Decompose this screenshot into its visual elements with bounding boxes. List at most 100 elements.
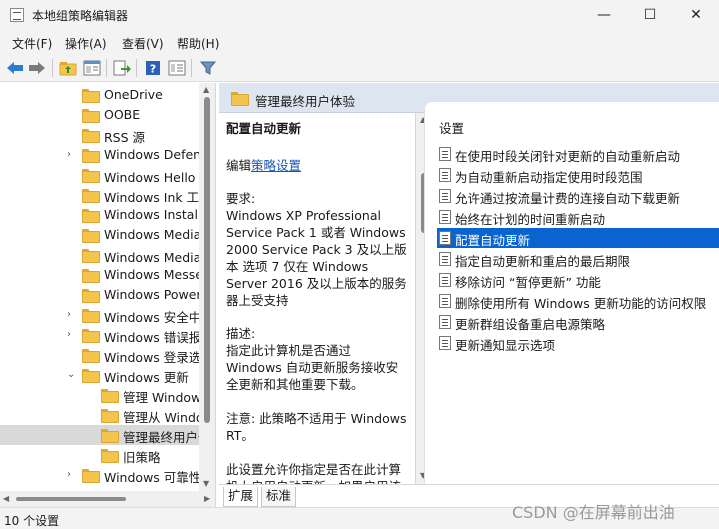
toolbar: ? (0, 54, 719, 82)
tree-item[interactable]: Windows Messenger (0, 265, 199, 285)
policy-setting-icon (439, 168, 451, 182)
more-text: 此设置允许你指定是否在此计算机上启用自动更新。如果启用该服 (226, 462, 402, 484)
export-list-icon[interactable] (112, 58, 132, 78)
menu-action[interactable]: 操作(A) (65, 35, 107, 52)
requirements-label: 要求: (226, 191, 256, 206)
tree-item[interactable]: Windows Hello 企业版 (0, 165, 199, 185)
tree-hscroll-thumb[interactable] (16, 497, 126, 501)
menu-bar: 文件(F) 操作(A) 查看(V) 帮助(H) (0, 30, 719, 54)
tab-standard[interactable]: 标准 (261, 487, 297, 507)
menu-view[interactable]: 查看(V) (122, 35, 164, 52)
tree-item[interactable]: 管理从 Windows 更新 (0, 405, 199, 425)
tree-item[interactable]: 旧策略 (0, 445, 199, 465)
tree-item[interactable]: Windows Ink 工作区 (0, 185, 199, 205)
tree-item-label: Windows PowerShell (104, 287, 199, 302)
scroll-up-icon[interactable]: ▲ (203, 85, 209, 94)
tab-extended[interactable]: 扩展 (223, 487, 259, 507)
tree-item-label: 管理最终用户体验 (123, 430, 199, 445)
setting-row[interactable]: 移除访问 “暂停更新” 功能 (437, 270, 719, 290)
properties-icon[interactable] (167, 58, 187, 78)
setting-label: 为自动重新启动指定使用时段范围 (455, 170, 643, 185)
tree-horizontal-scrollbar[interactable]: ◀ ▶ (0, 491, 215, 507)
up-folder-icon[interactable] (58, 58, 78, 78)
close-button[interactable]: ✕ (673, 0, 719, 30)
menu-file[interactable]: 文件(F) (12, 35, 52, 52)
folder-icon (82, 209, 100, 223)
menu-help[interactable]: 帮助(H) (177, 35, 219, 52)
policy-setting-icon (439, 315, 451, 329)
scroll-left-icon[interactable]: ◀ (3, 494, 9, 503)
minimize-button[interactable]: — (581, 0, 627, 30)
app-icon (10, 8, 24, 22)
window-title: 本地组策略编辑器 (32, 9, 129, 23)
folder-icon (82, 329, 100, 343)
policy-setting-icon (439, 231, 451, 245)
setting-row[interactable]: 更新通知显示选项 (437, 333, 719, 353)
folder-icon (231, 92, 249, 106)
settings-column-header[interactable]: 设置 (439, 118, 464, 137)
tree-item[interactable]: RSS 源 (0, 125, 199, 145)
tree-item-label: Windows 更新 (104, 370, 189, 385)
tree-item[interactable]: 管理最终用户体验 (0, 425, 199, 445)
tree-item[interactable]: OneDrive (0, 85, 199, 105)
tree-item[interactable]: Windows PowerShell (0, 285, 199, 305)
help-icon[interactable]: ? (143, 58, 163, 78)
tree-item[interactable]: › Windows Defender (0, 145, 199, 165)
maximize-button[interactable]: ☐ (627, 0, 673, 30)
setting-row[interactable]: 允许通过按流量计费的连接自动下载更新 (437, 186, 719, 206)
setting-row[interactable]: 配置自动更新 (437, 228, 719, 248)
folder-icon (82, 309, 100, 323)
setting-row[interactable]: 删除使用所有 Windows 更新功能的访问权限 (437, 291, 719, 311)
tree-item[interactable]: Windows Installer (0, 205, 199, 225)
chevron-right-icon[interactable]: › (67, 329, 77, 341)
tree-scroll-thumb[interactable] (204, 97, 210, 423)
setting-row[interactable]: 更新群组设备重启电源策略 (437, 312, 719, 332)
scroll-right-icon[interactable]: ▶ (204, 494, 210, 503)
policy-setting-icon (439, 294, 451, 308)
description-panel: 配置自动更新 编辑策略设置 要求: Windows XP Professiona… (219, 113, 416, 484)
tree-item-label: Windows Messenger (104, 267, 199, 282)
details-pane: 管理最终用户体验 配置自动更新 编辑策略设置 要求: Windows XP Pr… (219, 83, 719, 507)
tree-vertical-scrollbar[interactable]: ▲ ▼ (199, 83, 215, 491)
tree-item[interactable]: ⌄ Windows 更新 (0, 365, 199, 385)
setting-row[interactable]: 指定自动更新和重启的最后期限 (437, 249, 719, 269)
tree-item[interactable]: Windows 登录选项 (0, 345, 199, 365)
back-icon[interactable] (5, 58, 25, 78)
folder-icon (82, 229, 100, 243)
edit-policy-link[interactable]: 策略设置 (251, 158, 301, 173)
tree-item[interactable]: OOBE (0, 105, 199, 125)
tree-item[interactable]: › Windows 错误报告 (0, 325, 199, 345)
tree-item-label: Windows 可靠性 (104, 470, 199, 485)
setting-row[interactable]: 始终在计划的时间重新启动 (437, 207, 719, 227)
policy-setting-icon (439, 189, 451, 203)
tree-item[interactable]: › Windows 安全中心 (0, 305, 199, 325)
tree-item[interactable]: Windows Media 数字权限管理 (0, 245, 199, 265)
tree-item-label: Windows Media 数字权限管理 (104, 250, 199, 265)
filter-icon[interactable] (198, 58, 218, 78)
folder-icon (101, 389, 119, 403)
tree-item[interactable]: Windows Media Player (0, 225, 199, 245)
setting-label: 更新通知显示选项 (455, 338, 556, 353)
tree-item-label: Windows 错误报告 (104, 330, 199, 345)
tree-item-label: Windows Hello 企业版 (104, 170, 199, 185)
tree-item-label: RSS 源 (104, 130, 146, 145)
tree-item-label: Windows 登录选项 (104, 350, 199, 365)
tree-item-label: 旧策略 (123, 450, 161, 465)
tree-item[interactable]: 管理 Windows 更新 (0, 385, 199, 405)
chevron-down-icon[interactable]: ⌄ (67, 369, 77, 381)
policy-setting-icon (439, 210, 451, 224)
chevron-right-icon[interactable]: › (67, 309, 77, 321)
chevron-right-icon[interactable]: › (67, 469, 77, 481)
forward-icon[interactable] (27, 58, 47, 78)
folder-icon (101, 409, 119, 423)
requirements-text: Windows XP Professional Service Pack 1 或… (226, 208, 407, 308)
chevron-right-icon[interactable]: › (67, 149, 77, 161)
note-text: 注意: 此策略不适用于 Windows RT。 (226, 411, 407, 443)
setting-row[interactable]: 为自动重新启动指定使用时段范围 (437, 165, 719, 185)
show-hide-tree-icon[interactable] (82, 58, 102, 78)
setting-row[interactable]: 在使用时段关闭针对更新的自动重新启动 (437, 144, 719, 164)
folder-icon (82, 469, 100, 483)
tree-item[interactable]: › Windows 可靠性 (0, 465, 199, 485)
setting-label: 始终在计划的时间重新启动 (455, 212, 606, 227)
scroll-down-icon[interactable]: ▼ (203, 479, 209, 488)
